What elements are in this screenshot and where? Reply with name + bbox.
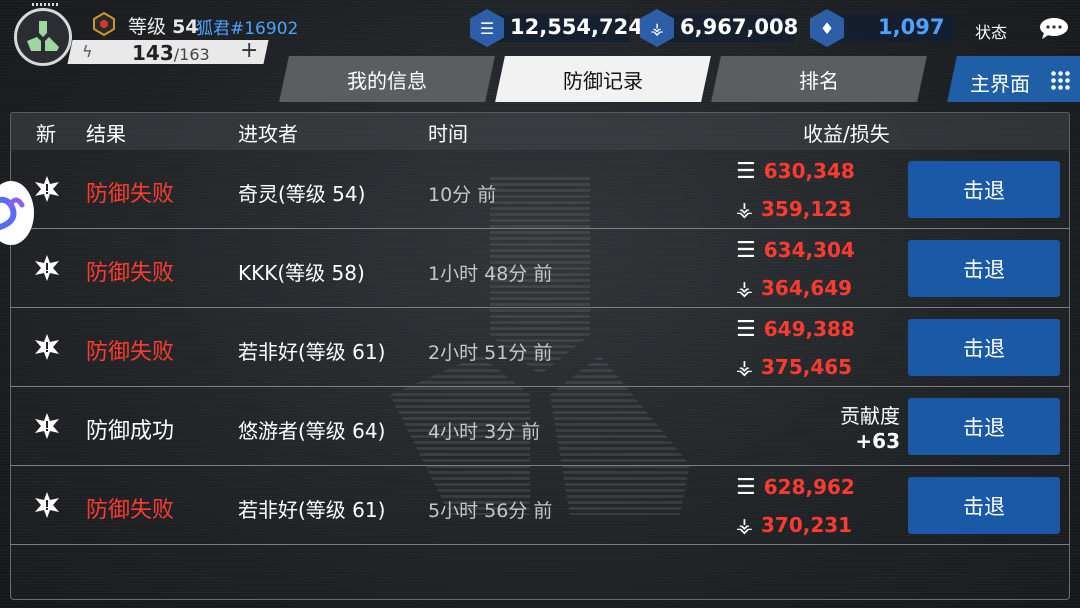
player-avatar[interactable] <box>14 8 72 66</box>
player-name: 狐君#16902 <box>196 19 299 39</box>
add-stamina-button[interactable]: + <box>240 38 258 63</box>
result-text: 防御成功 <box>86 419 175 444</box>
contribution-value: +63 <box>855 429 900 453</box>
resource-premium-value: 1,097 <box>878 15 945 39</box>
attacker-name: 奇灵(等级 54) <box>238 182 366 206</box>
header-attacker: 进攻者 <box>238 122 298 146</box>
attack-time: 10分 前 <box>428 184 497 206</box>
attacker-name: KKK(等级 58) <box>238 261 365 285</box>
loss-crystal: ⚶ 359,123 <box>736 197 853 221</box>
repel-button[interactable]: 击退 <box>908 319 1060 376</box>
repel-button[interactable]: 击退 <box>908 477 1060 534</box>
repel-button[interactable]: 击退 <box>908 398 1060 455</box>
status-button[interactable]: 状态 <box>975 19 1007 43</box>
crystal-icon: ⚶ <box>736 197 753 221</box>
tab-my-info[interactable]: 我的信息 <box>279 56 495 102</box>
attacker-name: 悠游者(等级 64) <box>238 419 386 443</box>
result-text: 防御失败 <box>86 498 175 523</box>
resource-alloy-value: 12,554,724 <box>510 15 643 39</box>
header-reward: 收益/损失 <box>803 122 890 146</box>
crystal-icon: ⚶ <box>736 355 753 379</box>
tab-defense-log[interactable]: 防御记录 <box>495 56 711 102</box>
menu-grid-icon[interactable] <box>1050 70 1070 90</box>
player-level: 等级 54 <box>128 16 199 38</box>
loss-crystal: ⚶ 364,649 <box>736 276 853 300</box>
new-burst-icon <box>35 255 59 281</box>
attack-time: 2小时 51分 前 <box>428 342 553 364</box>
header-result: 结果 <box>86 122 126 146</box>
faction-icon <box>27 21 59 51</box>
resource-crystal-value: 6,967,008 <box>680 15 799 39</box>
new-burst-icon <box>35 492 59 518</box>
attack-time: 1小时 48分 前 <box>428 263 553 285</box>
crystal-icon: ⚶ <box>736 513 753 537</box>
loss-crystal: ⚶ 375,465 <box>736 355 853 379</box>
crystal-icon: ⚶ <box>736 276 753 300</box>
home-label[interactable]: 主界面 <box>970 68 1030 97</box>
result-text: 防御失败 <box>86 340 175 365</box>
repel-button[interactable]: 击退 <box>908 240 1060 297</box>
new-burst-icon <box>35 413 59 439</box>
loss-alloy: ☰ 649,388 <box>736 316 855 342</box>
alloy-icon: ☰ <box>736 316 756 342</box>
header-time: 时间 <box>428 122 468 146</box>
stamina-value: 143/163 <box>132 41 210 65</box>
tab-ranking[interactable]: 排名 <box>711 56 927 102</box>
header-new: 新 <box>36 122 56 146</box>
result-text: 防御失败 <box>86 261 175 286</box>
attacker-name: 若非好(等级 61) <box>238 340 386 364</box>
alloy-icon: ☰ <box>736 237 756 263</box>
chat-icon[interactable] <box>1038 16 1070 40</box>
contribution-label: 贡献度 <box>840 404 900 428</box>
attack-time: 4小时 3分 前 <box>428 421 541 443</box>
rank-badge-icon <box>93 12 115 36</box>
loss-alloy: ☰ 634,304 <box>736 237 855 263</box>
table-header <box>10 112 1070 150</box>
lightning-icon: ϟ <box>82 42 93 61</box>
attack-time: 5小时 56分 前 <box>428 500 553 522</box>
new-burst-icon <box>35 334 59 360</box>
loss-alloy: ☰ 630,348 <box>736 158 855 184</box>
avatar-decoration <box>32 3 58 6</box>
result-text: 防御失败 <box>86 182 175 207</box>
alloy-icon: ☰ <box>736 158 756 184</box>
alloy-icon: ☰ <box>736 474 756 500</box>
attacker-name: 若非好(等级 61) <box>238 498 386 522</box>
repel-button[interactable]: 击退 <box>908 161 1060 218</box>
loss-alloy: ☰ 628,962 <box>736 474 855 500</box>
new-burst-icon <box>35 176 59 202</box>
loss-crystal: ⚶ 370,231 <box>736 513 853 537</box>
